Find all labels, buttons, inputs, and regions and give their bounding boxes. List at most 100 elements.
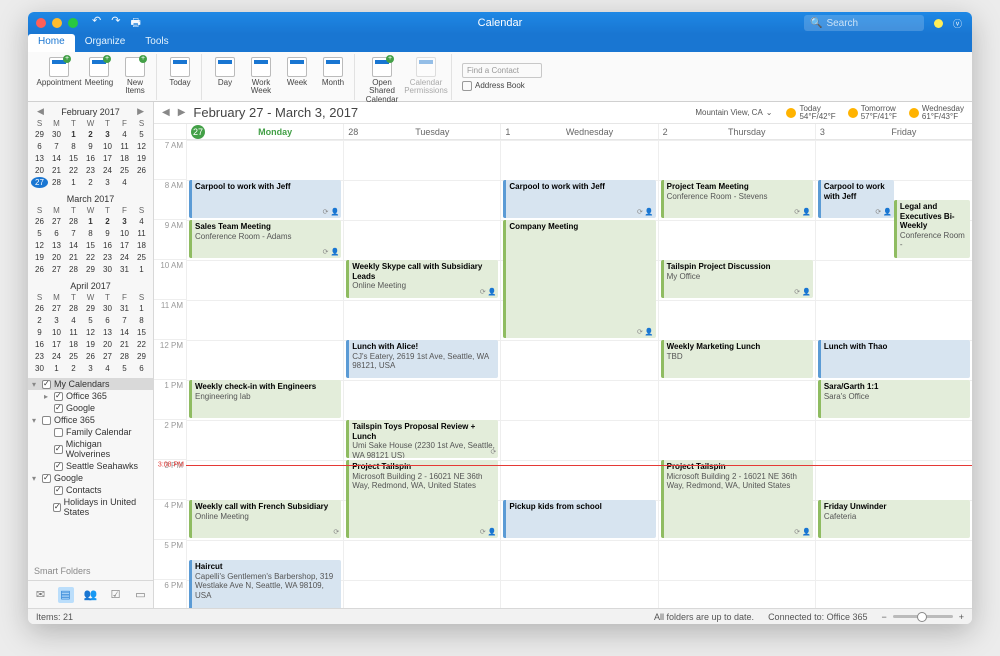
disclosure-triangle-icon[interactable]: ▾ [32, 474, 39, 483]
day-view-button[interactable]: Day [208, 54, 242, 88]
calendar-event[interactable]: Lunch with Thao [818, 340, 970, 378]
calendar-event[interactable]: Pickup kids from school [503, 500, 655, 538]
calendar-event[interactable]: Sara/Garth 1:1Sara's Office [818, 380, 970, 418]
prev-week-button[interactable]: ◀ [162, 107, 170, 118]
day-header[interactable]: 3Friday [815, 124, 972, 139]
smart-folders-label[interactable]: Smart Folders [28, 562, 153, 580]
minimize-button[interactable] [52, 18, 62, 28]
mini-calendar[interactable]: March 2017SMTWTFS26272812345678910111213… [28, 190, 153, 277]
calendar-event[interactable]: Project TailspinMicrosoft Building 2 - 1… [346, 460, 498, 538]
zoom-control[interactable]: − + [881, 612, 964, 622]
calendar-view-icon[interactable]: ▤ [58, 587, 74, 603]
week-view-button[interactable]: Week [280, 54, 314, 88]
calendar-tree-item[interactable]: Holidays in United States [28, 496, 153, 518]
mini-calendar[interactable]: April 2017SMTWTFS26272829303112345678910… [28, 277, 153, 376]
checkbox[interactable] [54, 428, 63, 437]
address-book-button[interactable]: Address Book [462, 81, 542, 91]
day-header[interactable]: 27Monday [186, 124, 343, 139]
calendar-event[interactable]: Lunch with Alice!CJ's Eatery, 2619 1st A… [346, 340, 498, 378]
work-week-view-button[interactable]: Work Week [244, 54, 278, 97]
calendar-event[interactable]: Company Meeting⟳👤 [503, 220, 655, 338]
tasks-view-icon[interactable]: ☑ [108, 587, 124, 603]
checkbox[interactable] [54, 486, 63, 495]
notes-view-icon[interactable]: ▭ [133, 587, 149, 603]
mini-calendar[interactable]: ◀February 2017▶SMTWTFS293012345678910111… [28, 102, 153, 190]
day-column[interactable]: Carpool to work with Jeff⟳👤Legal and Exe… [815, 140, 972, 608]
calendar-event[interactable]: Carpool to work with Jeff⟳👤 [189, 180, 341, 218]
notification-indicator[interactable] [934, 19, 943, 28]
checkbox[interactable] [54, 404, 63, 413]
checkbox[interactable] [54, 445, 63, 454]
tree-item-label: Google [54, 473, 83, 483]
event-badge-icon: ⟳ [333, 529, 339, 537]
tab-home[interactable]: Home [28, 34, 75, 52]
zoom-slider[interactable] [893, 615, 953, 618]
calendar-event[interactable]: Legal and Executives Bi-WeeklyConference… [894, 200, 970, 258]
next-week-button[interactable]: ▶ [178, 107, 186, 118]
appointment-button[interactable]: +Appointment [38, 54, 80, 88]
checkbox[interactable] [54, 462, 63, 471]
checkbox[interactable] [53, 503, 61, 512]
calendar-tree-item[interactable]: ▾Office 365 [28, 414, 153, 426]
calendar-event[interactable]: Carpool to work with Jeff⟳👤 [818, 180, 894, 218]
disclosure-triangle-icon[interactable]: ▾ [32, 416, 39, 425]
search-input[interactable]: 🔍 Search [804, 15, 924, 31]
zoom-in-button[interactable]: + [959, 612, 964, 622]
calendar-event[interactable]: Weekly call with French SubsidiaryOnline… [189, 500, 341, 538]
calendar-event[interactable]: Carpool to work with Jeff⟳👤 [503, 180, 655, 218]
maximize-button[interactable] [68, 18, 78, 28]
print-icon[interactable]: 🖶 [130, 14, 140, 33]
calendar-event[interactable]: Weekly Skype call with Subsidiary LeadsO… [346, 260, 498, 298]
calendar-event[interactable]: Weekly check-in with EngineersEngineerin… [189, 380, 341, 418]
disclosure-triangle-icon[interactable]: ▸ [44, 392, 51, 401]
day-header[interactable]: 28Tuesday [343, 124, 500, 139]
calendar-event[interactable]: Friday UnwinderCafeteria [818, 500, 970, 538]
day-header[interactable]: 2Thursday [658, 124, 815, 139]
redo-icon[interactable]: ↷ [111, 14, 120, 33]
find-contact-input[interactable]: Find a Contact [462, 63, 542, 78]
undo-icon[interactable]: ↶ [92, 14, 101, 33]
new-items-button[interactable]: +New Items [118, 54, 152, 97]
checkbox[interactable] [42, 380, 51, 389]
day-column[interactable]: Project Team MeetingConference Room - St… [658, 140, 815, 608]
meeting-button[interactable]: +Meeting [82, 54, 116, 88]
calendar-event[interactable]: Project Team MeetingConference Room - St… [661, 180, 813, 218]
calendar-event[interactable]: Weekly Marketing LunchTBD [661, 340, 813, 378]
tab-tools[interactable]: Tools [135, 34, 178, 52]
calendar-event[interactable]: Tailspin Toys Proposal Review + LunchUmi… [346, 420, 498, 458]
open-shared-calendar-button[interactable]: +Open Shared Calendar [361, 54, 403, 105]
calendar-tree-item[interactable]: Google [28, 402, 153, 414]
checkbox[interactable] [42, 474, 51, 483]
calendar-event[interactable]: Tailspin Project DiscussionMy Office⟳👤 [661, 260, 813, 298]
chevron-down-icon[interactable]: ⓥ [953, 17, 962, 30]
tab-organize[interactable]: Organize [75, 34, 136, 52]
checkbox[interactable] [42, 416, 51, 425]
calendar-tree-item[interactable]: Seattle Seahawks [28, 460, 153, 472]
next-month-button[interactable]: ▶ [135, 106, 146, 117]
day-column[interactable]: Weekly Skype call with Subsidiary LeadsO… [343, 140, 500, 608]
day-column[interactable]: Carpool to work with Jeff⟳👤Sales Team Me… [186, 140, 343, 608]
calendar-event[interactable]: Project TailspinMicrosoft Building 2 - 1… [661, 460, 813, 538]
zoom-out-button[interactable]: − [881, 612, 886, 622]
disclosure-triangle-icon[interactable]: ▾ [32, 380, 39, 389]
calendar-event[interactable]: HaircutCapelli's Gentlemen's Barbershop,… [189, 560, 341, 608]
today-button[interactable]: Today [163, 54, 197, 88]
event-badge-icon: 👤 [802, 529, 811, 537]
calendar-tree-item[interactable]: ▾My Calendars [28, 378, 153, 390]
calendar-tree-item[interactable]: ▸Office 365 [28, 390, 153, 402]
calendar-tree-item[interactable]: ▾ Google [28, 472, 153, 484]
calendar-tree-item[interactable]: Michigan Wolverines [28, 438, 153, 460]
calendar-event[interactable]: Sales Team MeetingConference Room - Adam… [189, 220, 341, 258]
mail-view-icon[interactable]: ✉ [33, 587, 49, 603]
location-selector[interactable]: Mountain View, CA⌄ [695, 108, 772, 117]
weather-day: Wednesday61°F/43°F [909, 105, 964, 121]
prev-month-button[interactable]: ◀ [35, 106, 46, 117]
checkbox[interactable] [54, 392, 63, 401]
calendar-tree-item[interactable]: Family Calendar [28, 426, 153, 438]
month-view-button[interactable]: Month [316, 54, 350, 88]
day-column[interactable]: Carpool to work with Jeff⟳👤Company Meeti… [500, 140, 657, 608]
people-view-icon[interactable]: 👥 [83, 587, 99, 603]
calendar-tree-item[interactable]: Contacts [28, 484, 153, 496]
day-header[interactable]: 1Wednesday [500, 124, 657, 139]
close-button[interactable] [36, 18, 46, 28]
